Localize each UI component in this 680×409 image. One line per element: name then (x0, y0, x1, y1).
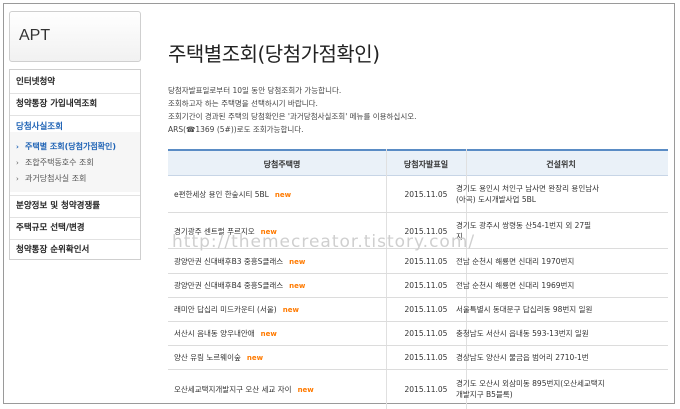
table-row[interactable]: 양산 유림 노르웨이숲 new 2015.11.05 경상남도 양산시 물금읍 범… (168, 346, 668, 370)
description-line: 조회하고자 하는 주택명을 선택하시기 바랍니다. (168, 99, 318, 108)
sidebar-menu: 인터넷청약 청약통장 가입내역조회 당첨사실조회 › 주택별 조회(당첨가점확인)… (9, 69, 141, 260)
location-line: (아곡) 도시개발사업 5BL (456, 195, 536, 204)
house-name-cell[interactable]: 오산세교택지개발지구 오산 세교 자이 new (174, 384, 314, 396)
submenu-label: 주택별 조회(당첨가점확인) (25, 142, 117, 151)
menu-divider (10, 93, 140, 94)
sidebar-item-house-size[interactable]: 주택규모 선택/변경 (10, 223, 140, 233)
new-badge: new (289, 258, 306, 266)
house-name-cell[interactable]: 광양만권 신대배후B4 중흥S클래스 new (174, 280, 305, 292)
house-name[interactable]: 래미안 답십리 미드카운티 (서울) (174, 305, 277, 314)
table-row[interactable]: 오산세교택지개발지구 오산 세교 자이 new 2015.11.05 경기도 오산… (168, 370, 668, 406)
menu-divider (10, 239, 140, 240)
table-row[interactable]: 광양만권 신대배후B3 중흥S클래스 new 2015.11.05 전남 순천시 … (168, 249, 668, 274)
column-header-location: 건설위치 (546, 160, 576, 169)
submenu-item-union-house[interactable]: › 조합주택동호수 조회 (10, 158, 140, 168)
column-header-date: 당첨자발표일 (403, 160, 449, 169)
table-row[interactable]: 래미안 답십리 미드카운티 (서울) new 2015.11.05 서울특별시 동… (168, 298, 668, 322)
announce-date: 2015.11.05 (404, 305, 448, 314)
sidebar-item-winning-check[interactable]: 당첨사실조회 (10, 122, 140, 132)
watermark-text: http://themecreator.tistory.com/ (172, 232, 476, 252)
announce-date: 2015.11.05 (404, 353, 448, 362)
table-header: 당첨주택명 당첨자발표일 건설위치 (168, 149, 668, 176)
house-name[interactable]: 광양만권 신대배후B4 중흥S클래스 (174, 281, 283, 290)
new-badge: new (297, 386, 314, 394)
submenu-label: 과거당첨사실 조회 (25, 174, 87, 183)
announce-date: 2015.11.05 (404, 385, 448, 394)
description-line: 당첨자발표일로부터 10일 동안 당첨조회가 가능합니다. (168, 86, 342, 95)
location-line: 전남 순천시 해룡면 신대리 1969번지 (456, 281, 575, 290)
apt-logo-label: APT (19, 27, 51, 44)
menu-divider (10, 115, 140, 116)
submenu-item-past-winning[interactable]: › 과거당첨사실 조회 (10, 174, 140, 184)
sidebar-item-account-history[interactable]: 청약통장 가입내역조회 (10, 99, 140, 109)
sidebar-item-internet-subscription[interactable]: 인터넷청약 (10, 77, 140, 87)
announce-date: 2015.11.05 (404, 281, 448, 290)
location-line: 경기도 용인시 처인구 남사면 완장리 용인남사 (456, 184, 600, 193)
arrow-right-icon: › (16, 143, 19, 151)
new-badge: new (274, 191, 292, 199)
sidebar-item-rank-certificate[interactable]: 청약통장 순위확인서 (10, 245, 140, 255)
column-header-name: 당첨주택명 (263, 160, 301, 169)
table-row[interactable]: 광양만권 신대배후B4 중흥S클래스 new 2015.11.05 전남 순천시 … (168, 274, 668, 298)
location-line: 충청남도 서산시 읍내동 593-13번지 일원 (456, 329, 589, 338)
table-row[interactable]: e편한세상 용인 한숲시티 5BL new 2015.11.05 경기도 용인시 … (168, 176, 668, 213)
house-name[interactable]: e편한세상 용인 한숲시티 5BL (174, 190, 269, 199)
house-name[interactable]: 양산 유림 노르웨이숲 (174, 353, 241, 362)
submenu-label: 조합주택동호수 조회 (25, 158, 94, 167)
new-badge: new (282, 306, 299, 314)
new-badge: new (246, 354, 264, 362)
house-name-cell[interactable]: 서산시 음내동 양우내안애 new (174, 328, 277, 340)
location-line: 서울특별시 동대문구 답십리동 98번지 일원 (456, 305, 593, 314)
location-line: 경기도 오산시 외삼미동 895번지(오산세교택지 (456, 379, 605, 388)
results-table: 당첨주택명 당첨자발표일 건설위치 e편한세상 용인 한숲시티 5BL new 2… (168, 149, 668, 409)
menu-divider (10, 217, 140, 218)
new-badge: new (289, 282, 306, 290)
menu-divider (10, 195, 140, 196)
location-line: 경상남도 양산시 물금읍 범어리 2710-1번 (456, 353, 589, 362)
announce-date: 2015.11.05 (404, 257, 448, 266)
house-name[interactable]: 오산세교택지개발지구 오산 세교 자이 (174, 385, 292, 394)
location-line: 경기도 광주시 쌍령동 산54-1번지 외 27필 (456, 221, 592, 230)
location-line: 개발지구 B5블록) (456, 390, 513, 399)
description-line: ARS(☎1369 (5#))로도 조회가능합니다. (168, 125, 304, 134)
apt-logo-box[interactable]: APT (9, 11, 141, 62)
house-name-cell[interactable]: 래미안 답십리 미드카운티 (서울) new (174, 304, 299, 316)
description-line: 조회기간이 경과된 주택의 당첨확인은 '과거당첨사실조회' 메뉴를 이용하십시… (168, 112, 417, 121)
announce-date: 2015.11.05 (404, 329, 448, 338)
arrow-right-icon: › (16, 159, 19, 167)
house-name-cell[interactable]: 양산 유림 노르웨이숲 new (174, 352, 263, 364)
new-badge: new (260, 330, 277, 338)
house-name-cell[interactable]: 광양만권 신대배후B3 중흥S클래스 new (174, 256, 305, 268)
arrow-right-icon: › (16, 175, 19, 183)
page-title: 주택별조회(당첨가점확인) (168, 42, 380, 66)
location-line: 전남 순천시 해룡면 신대리 1970번지 (456, 257, 575, 266)
house-name[interactable]: 서산시 음내동 양우내안애 (174, 329, 255, 338)
location-line: 지 (456, 232, 463, 241)
house-name[interactable]: 광양만권 신대배후B3 중흥S클래스 (174, 257, 283, 266)
table-row[interactable]: 서산시 음내동 양우내안애 new 2015.11.05 충청남도 서산시 읍내동… (168, 322, 668, 346)
announce-date: 2015.11.05 (404, 190, 448, 199)
sidebar-item-sale-info[interactable]: 분양정보 및 청약경쟁률 (10, 201, 140, 211)
house-name-cell[interactable]: e편한세상 용인 한숲시티 5BL new (174, 189, 291, 201)
submenu-item-by-house[interactable]: › 주택별 조회(당첨가점확인) (10, 142, 140, 152)
